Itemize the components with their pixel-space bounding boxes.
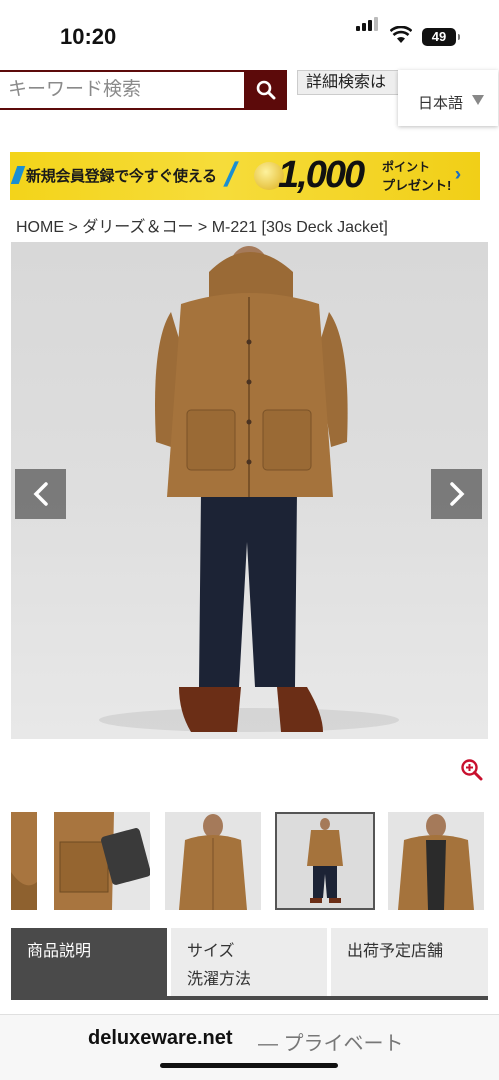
private-label: — プライベート	[258, 1033, 404, 1055]
tab-shipping-store[interactable]: 出荷予定店舗	[331, 928, 488, 998]
banner-text: 新規会員登録で今すぐ使える	[26, 168, 217, 185]
language-label: 日本語	[418, 95, 464, 112]
banner-accent	[10, 166, 26, 184]
banner-points-label: ポイント	[382, 160, 431, 174]
tab-label: 出荷予定店舗	[347, 943, 444, 960]
thumbnail-4-active[interactable]	[275, 812, 375, 910]
search-icon	[256, 80, 276, 100]
product-tabs: 商品説明 サイズ 洗濯方法 出荷予定店舗	[11, 928, 488, 1000]
home-indicator[interactable]	[160, 1063, 338, 1068]
banner-present-label: プレゼント!	[382, 178, 452, 193]
thumbnail-3[interactable]	[165, 812, 261, 910]
battery-icon: 49	[422, 28, 460, 46]
breadcrumb-brand[interactable]: ダリーズ＆コー	[82, 219, 193, 236]
chevron-right-icon	[449, 482, 464, 506]
search-button[interactable]	[245, 70, 287, 110]
next-image-button[interactable]	[431, 469, 482, 519]
detail-search-button[interactable]: 詳細検索は	[297, 70, 407, 95]
language-selector[interactable]: 日本語	[398, 70, 498, 126]
product-main-image[interactable]	[11, 242, 488, 739]
prev-image-button[interactable]	[15, 469, 66, 519]
thumbnail-strip	[0, 812, 499, 912]
breadcrumb-product: M-221 [30s Deck Jacket]	[211, 219, 388, 236]
thumbnail-2[interactable]	[54, 812, 150, 910]
battery-level: 49	[431, 29, 447, 44]
product-figure	[99, 246, 399, 732]
tab-description[interactable]: 商品説明	[11, 928, 167, 998]
wifi-icon	[390, 26, 412, 43]
tab-label: サイズ 洗濯方法	[187, 943, 252, 988]
banner-amount: 1,000	[278, 154, 365, 196]
url-domain: deluxeware.net	[88, 1027, 233, 1049]
chevron-left-icon	[33, 482, 48, 506]
breadcrumb-separator: >	[197, 219, 208, 236]
status-time: 10:20	[60, 24, 117, 49]
banner-slash: /	[221, 156, 241, 194]
thumbnail-5[interactable]	[388, 812, 484, 910]
zoom-in-icon[interactable]	[460, 758, 484, 782]
caret-down-icon	[472, 95, 484, 105]
browser-url-bar[interactable]: deluxeware.net — プライベート	[0, 1014, 499, 1080]
thumbnail-image	[388, 812, 484, 910]
thumbnail-1[interactable]	[11, 812, 37, 910]
thumbnail-image	[54, 812, 150, 910]
breadcrumb-separator: >	[68, 219, 78, 236]
thumbnail-image	[11, 812, 37, 910]
search-input[interactable]	[0, 70, 246, 110]
breadcrumb-home[interactable]: HOME	[16, 219, 64, 236]
thumbnail-image	[277, 814, 373, 908]
breadcrumb: HOME > ダリーズ＆コー > M-221 [30s Deck Jacket]	[16, 213, 388, 237]
tabs-underline	[11, 996, 488, 1000]
status-bar: 10:20 49	[0, 0, 499, 70]
signup-points-banner[interactable]: 新規会員登録で今すぐ使える / 1,000 ポイント プレゼント! ›››	[10, 152, 480, 200]
thumbnail-image	[165, 812, 261, 910]
tab-label: 商品説明	[27, 943, 92, 960]
tab-size-care[interactable]: サイズ 洗濯方法	[171, 928, 327, 998]
